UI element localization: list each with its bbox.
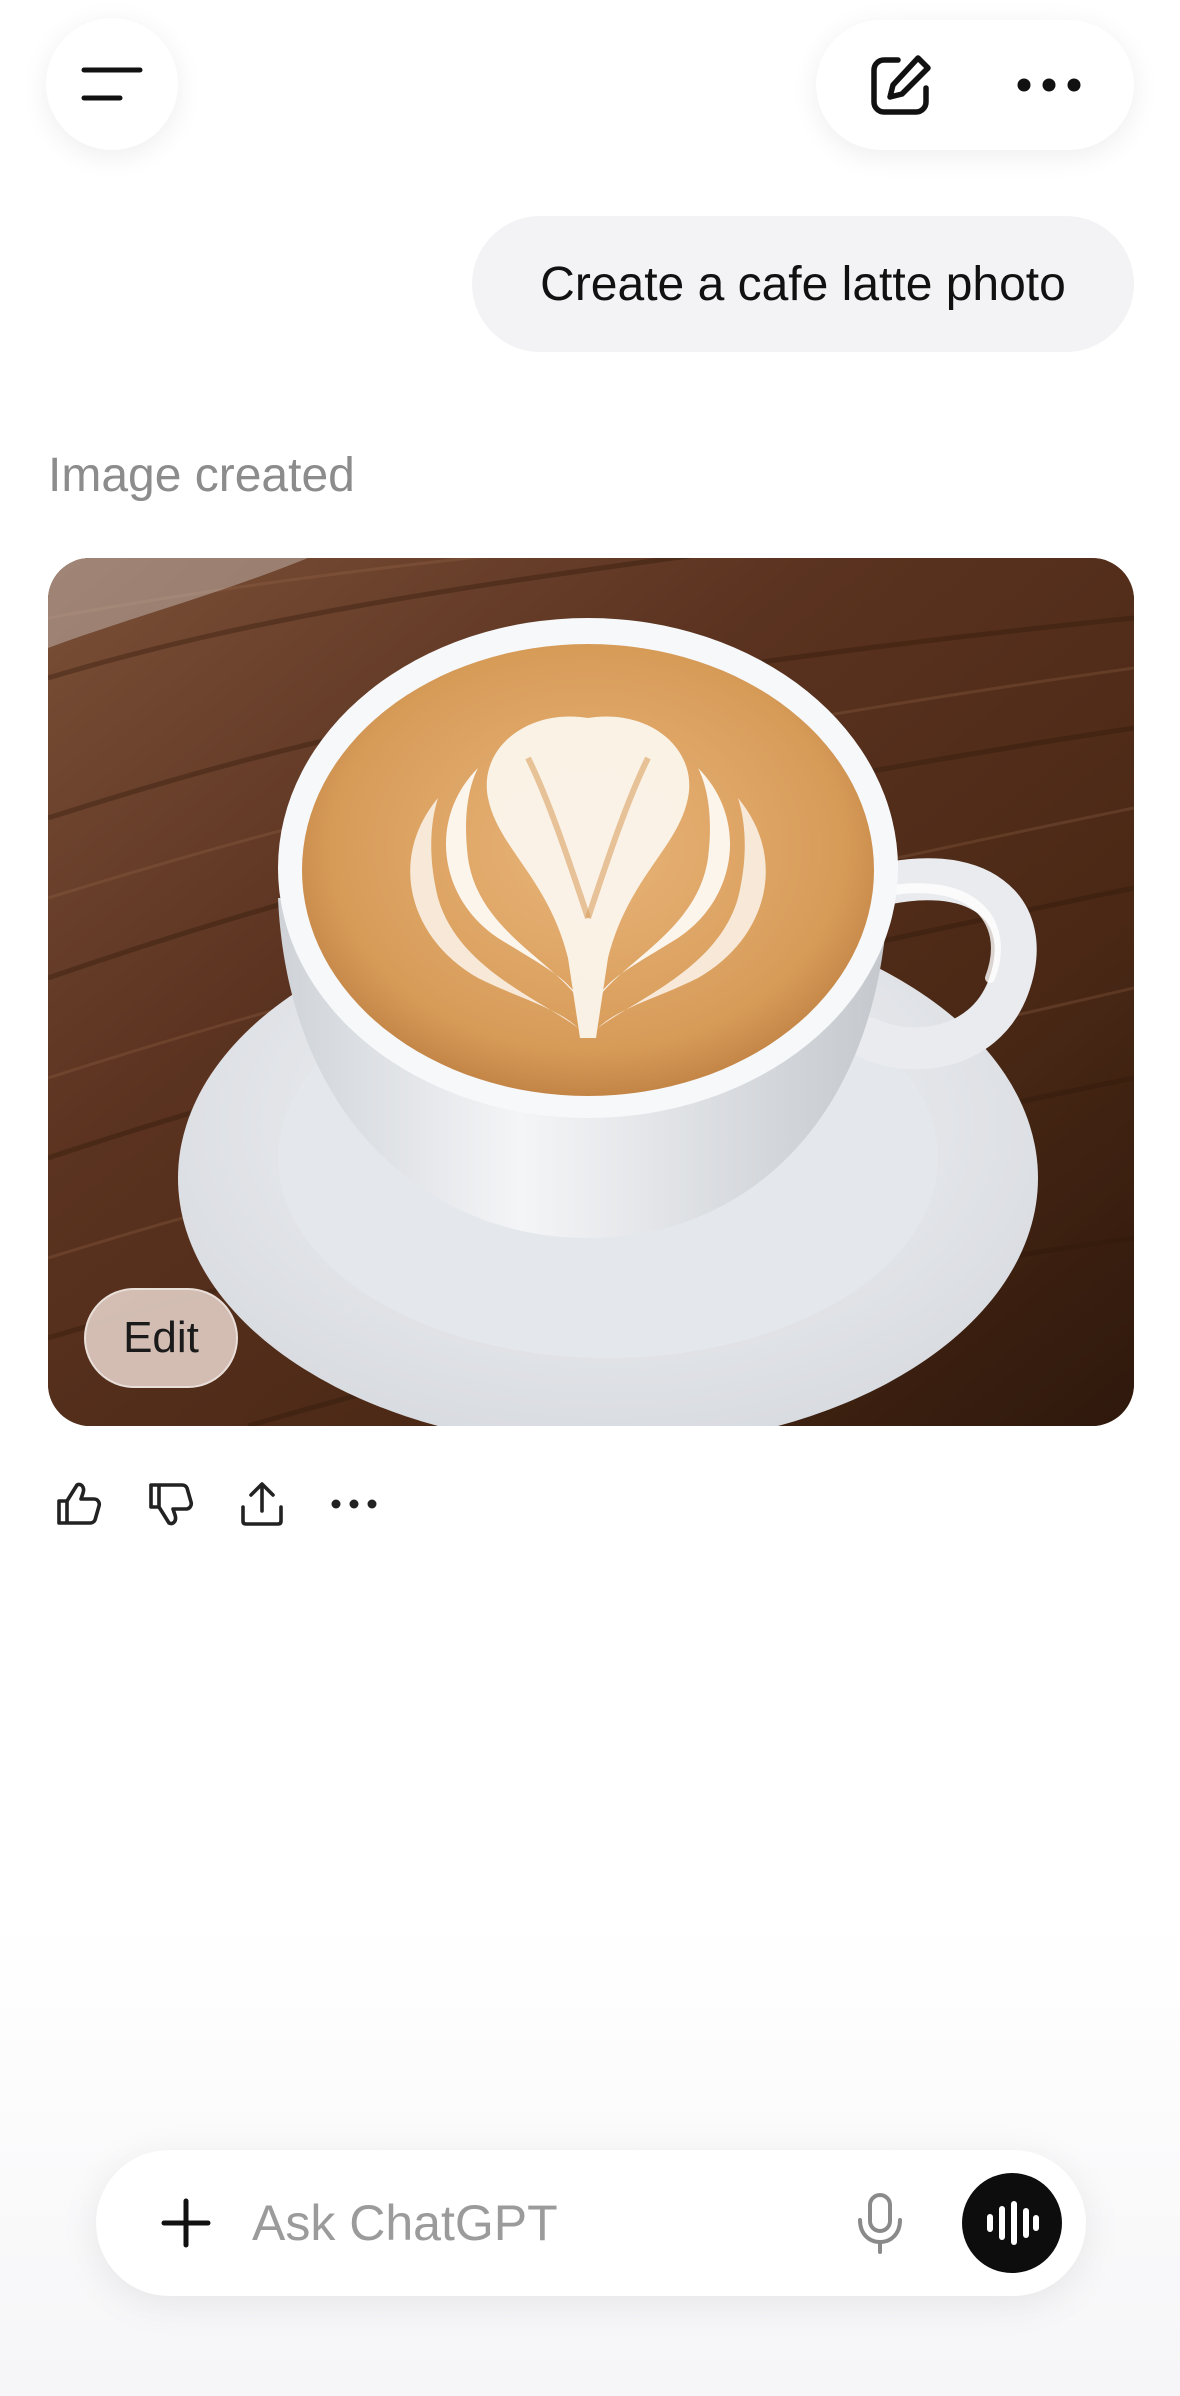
chat-screen: Create a cafe latte photo Image created: [0, 0, 1180, 2396]
user-message-text: Create a cafe latte photo: [540, 257, 1066, 311]
voice-mode-icon: [987, 2201, 1039, 2245]
menu-icon: [81, 67, 143, 101]
thumbs-up-icon: [57, 1482, 102, 1525]
thumbs-down-button[interactable]: [138, 1472, 202, 1536]
voice-mode-button[interactable]: [962, 2173, 1062, 2273]
image-status-label: Image created: [48, 449, 355, 502]
dictate-button[interactable]: [840, 2183, 920, 2263]
message-actions: [46, 1472, 386, 1536]
more-icon: [331, 1499, 377, 1509]
edit-image-button[interactable]: Edit: [84, 1288, 238, 1388]
share-icon: [241, 1482, 283, 1526]
user-message-bubble: Create a cafe latte photo: [472, 216, 1134, 352]
attach-button[interactable]: [146, 2183, 226, 2263]
more-icon: [1017, 78, 1081, 92]
menu-button[interactable]: [46, 18, 178, 150]
header-actions: [816, 20, 1134, 150]
plus-icon: [161, 2198, 211, 2248]
generated-image[interactable]: Edit: [48, 558, 1134, 1426]
edit-label: Edit: [123, 1313, 199, 1362]
new-chat-icon: [871, 55, 931, 115]
message-composer: [96, 2150, 1086, 2296]
share-button[interactable]: [230, 1472, 294, 1536]
new-chat-button[interactable]: [836, 20, 966, 150]
microphone-icon: [858, 2193, 902, 2254]
thumbs-up-button[interactable]: [46, 1472, 110, 1536]
more-options-button[interactable]: [984, 20, 1114, 150]
message-input[interactable]: [252, 2183, 892, 2263]
more-actions-button[interactable]: [322, 1472, 386, 1536]
thumbs-down-icon: [149, 1483, 194, 1526]
